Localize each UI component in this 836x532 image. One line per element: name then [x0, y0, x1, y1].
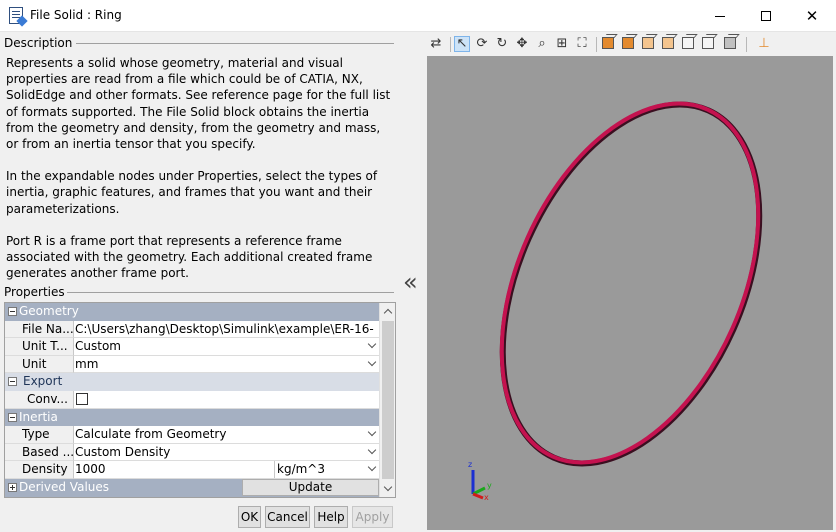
- file-name-field[interactable]: C:\Users\zhang\Desktop\Simulink\example\…: [74, 321, 379, 339]
- apply-button[interactable]: Apply: [352, 506, 393, 528]
- properties-divider: [66, 292, 394, 293]
- property-row-file-name: File Na... C:\Users\zhang\Desktop\Simuli…: [5, 320, 379, 339]
- minimize-button[interactable]: [697, 0, 743, 32]
- scroll-up-icon[interactable]: [383, 308, 393, 318]
- axis-y-label: y: [487, 481, 492, 490]
- back-view-icon[interactable]: [622, 37, 634, 49]
- toolbar-separator: [596, 37, 597, 52]
- property-row-density: Density 1000 kg/m^3: [5, 461, 379, 479]
- collapse-panel-icon[interactable]: «: [403, 268, 418, 296]
- property-label: Conv...: [27, 392, 68, 406]
- help-button[interactable]: Help: [314, 506, 348, 528]
- collapse-icon[interactable]: [8, 412, 17, 422]
- coordinate-axes-icon[interactable]: ⊥: [756, 36, 772, 52]
- title-bar: File Solid : Ring ✕: [0, 0, 836, 32]
- property-value: Custom Density: [75, 444, 171, 459]
- property-row-convert: Conv...: [5, 391, 379, 409]
- unit-type-dropdown[interactable]: Custom: [74, 338, 379, 356]
- toolbar-separator: [450, 37, 451, 52]
- property-row-unit: Unit mm: [5, 355, 379, 374]
- group-inertia[interactable]: Inertia: [5, 408, 379, 427]
- scroll-down-icon[interactable]: [383, 482, 393, 492]
- window-title: File Solid : Ring: [30, 8, 122, 22]
- group-label: Inertia: [19, 409, 58, 424]
- front-view-icon[interactable]: [602, 37, 614, 49]
- description-text: Represents a solid whose geometry, mater…: [6, 55, 396, 297]
- collapse-icon[interactable]: [8, 307, 17, 316]
- group-derived-values[interactable]: Derived Values Update: [5, 479, 379, 497]
- fit-to-view-icon[interactable]: ⛶: [574, 36, 590, 52]
- property-label: File Na...: [22, 321, 73, 336]
- property-value: mm: [75, 356, 99, 371]
- axis-triad: z y x: [468, 460, 492, 502]
- ok-button[interactable]: OK: [238, 506, 261, 528]
- cancel-button[interactable]: Cancel: [265, 506, 310, 528]
- description-divider: [76, 43, 394, 44]
- expand-icon[interactable]: [8, 483, 17, 492]
- description-paragraph: Represents a solid whose geometry, mater…: [6, 56, 391, 152]
- property-value: Calculate from Geometry: [75, 427, 227, 442]
- axis-z-label: z: [468, 460, 472, 469]
- bottom-view-icon[interactable]: [702, 37, 714, 49]
- close-button[interactable]: ✕: [789, 0, 835, 32]
- group-label: Geometry: [19, 304, 79, 318]
- ring-model: [499, 101, 763, 467]
- maximize-button[interactable]: [743, 0, 789, 32]
- property-label: Density: [22, 462, 68, 477]
- close-icon: ✕: [805, 7, 819, 25]
- group-label: Export: [23, 374, 63, 389]
- property-label: Unit T...: [22, 339, 68, 354]
- property-grid-scrollbar[interactable]: [379, 303, 395, 497]
- unit-dropdown[interactable]: mm: [74, 356, 379, 374]
- property-value: C:\Users\zhang\Desktop\Simulink\example\…: [75, 321, 375, 336]
- group-geometry[interactable]: Geometry: [5, 303, 379, 321]
- chevron-down-icon: [367, 463, 377, 472]
- pan-icon[interactable]: ✥: [514, 36, 530, 52]
- maximize-icon: [761, 11, 771, 21]
- property-label: Type: [22, 427, 50, 442]
- 3d-viewport[interactable]: z y x: [427, 56, 833, 530]
- group-label: Derived Values: [19, 480, 110, 494]
- rotate-icon[interactable]: ⟳: [474, 36, 490, 52]
- select-pointer-icon[interactable]: ↖: [454, 36, 470, 52]
- axis-x-label: x: [484, 493, 489, 502]
- based-on-dropdown[interactable]: Custom Density: [74, 444, 379, 462]
- left-view-icon[interactable]: [642, 37, 654, 49]
- zoom-box-icon[interactable]: ⊞: [554, 36, 570, 52]
- group-export[interactable]: Export: [5, 373, 379, 391]
- convert-checkbox[interactable]: [76, 393, 88, 405]
- property-row-based-on: Based ... Custom Density: [5, 443, 379, 462]
- document-edit-icon: [9, 7, 23, 24]
- collapse-icon[interactable]: [8, 377, 17, 387]
- property-grid: Geometry File Na... C:\Users\zhang\Deskt…: [4, 302, 396, 498]
- isometric-view-icon[interactable]: [724, 37, 736, 49]
- viewport-svg: z y x: [468, 101, 763, 502]
- description-paragraph: Port R is a frame port that represents a…: [6, 233, 373, 281]
- zoom-icon[interactable]: ⌕: [534, 36, 550, 52]
- update-button[interactable]: Update: [242, 479, 379, 496]
- scroll-thumb[interactable]: [382, 321, 394, 479]
- right-view-icon[interactable]: [662, 37, 674, 49]
- property-label: Unit: [22, 356, 47, 371]
- property-value: kg/m^3: [277, 462, 325, 477]
- minimize-icon: [715, 15, 725, 17]
- swap-icon[interactable]: ⇄: [428, 36, 444, 52]
- property-row-inertia-type: Type Calculate from Geometry: [5, 426, 379, 444]
- description-legend: Description: [4, 36, 75, 50]
- properties-legend: Properties: [4, 285, 67, 299]
- description-paragraph: In the expandable nodes under Properties…: [6, 169, 378, 216]
- top-view-icon[interactable]: [682, 37, 694, 49]
- property-row-unit-type: Unit T... Custom: [5, 338, 379, 356]
- property-value: Custom: [75, 339, 121, 354]
- toolbar-separator: [746, 37, 747, 52]
- density-unit-dropdown[interactable]: kg/m^3: [274, 461, 379, 478]
- roll-icon[interactable]: ↻: [494, 36, 510, 52]
- property-label: Based ...: [22, 444, 73, 459]
- density-input[interactable]: 1000: [75, 462, 271, 476]
- viewer-toolbar: ⇄ ↖ ⟳ ↻ ✥ ⌕ ⊞ ⛶ ⊥: [426, 34, 836, 54]
- inertia-type-dropdown[interactable]: Calculate from Geometry: [74, 426, 379, 444]
